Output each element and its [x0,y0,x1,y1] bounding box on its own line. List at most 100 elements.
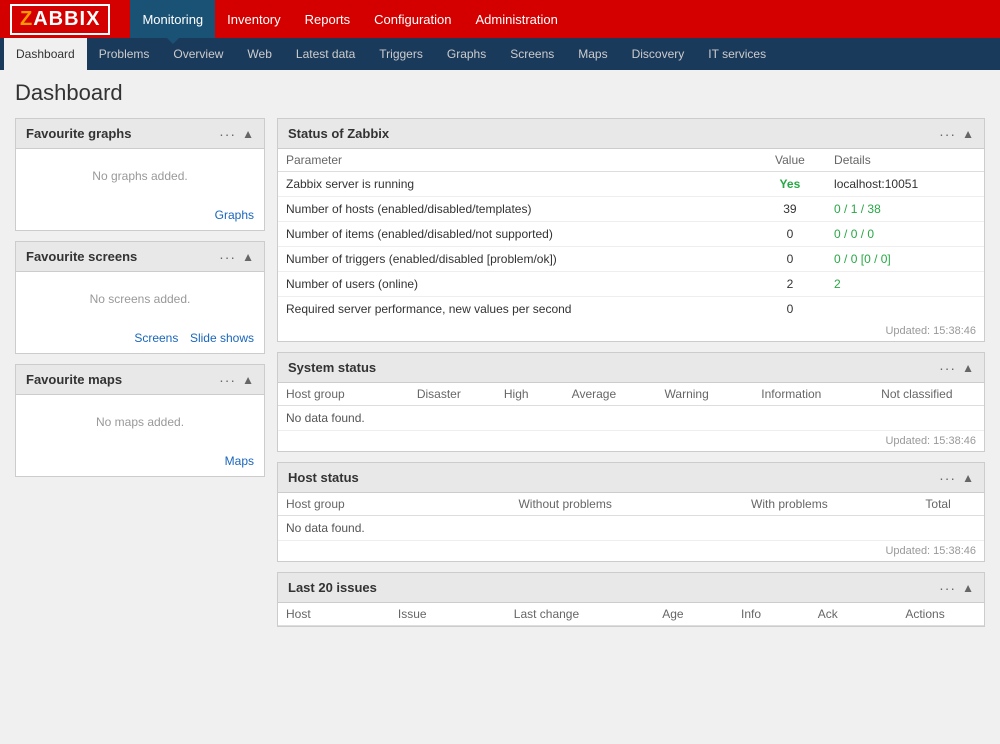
last20-collapse-icon[interactable]: ▲ [962,581,974,595]
host-status-col-0: Host group [278,493,444,516]
fav-graphs-empty: No graphs added. [26,157,254,195]
fav-screens-link: Screens Slide shows [16,326,264,353]
fav-graphs-widget: Favourite graphs ··· ▲ No graphs added. … [15,118,265,231]
last20-col-5: Ack [789,603,866,626]
value-cell: 0 [754,247,826,272]
status-zabbix-menu-icon[interactable]: ··· [939,126,956,142]
system-status-widget: System status ··· ▲ Host groupDisasterHi… [277,352,985,452]
host-status-menu-icon[interactable]: ··· [939,470,956,486]
system-status-col-4: Warning [640,383,733,406]
logo-rest: ABBIX [33,8,100,30]
nav-reports[interactable]: Reports [293,0,363,38]
table-row: Required server performance, new values … [278,297,984,322]
param-cell: Number of items (enabled/disabled/not su… [278,222,754,247]
page-title: Dashboard [15,80,985,106]
nav-web[interactable]: Web [235,38,283,70]
value-cell: 0 [754,297,826,322]
system-status-col-3: Average [547,383,640,406]
fav-graphs-body: No graphs added. [16,149,264,203]
maps-link[interactable]: Maps [225,454,254,468]
system-status-col-1: Disaster [393,383,485,406]
param-cell: Required server performance, new values … [278,297,754,322]
host-status-collapse-icon[interactable]: ▲ [962,471,974,485]
fav-maps-empty: No maps added. [26,403,254,441]
fav-graphs-title: Favourite graphs [26,126,131,141]
details-cell [826,297,984,322]
nav-problems[interactable]: Problems [87,38,162,70]
table-row: Number of hosts (enabled/disabled/templa… [278,197,984,222]
fav-screens-collapse-icon[interactable]: ▲ [242,250,254,264]
value-cell: 0 [754,222,826,247]
logo-z: Z [20,8,33,30]
right-column: Status of Zabbix ··· ▲ Parameter Value D… [277,118,985,627]
nav-discovery[interactable]: Discovery [620,38,697,70]
table-row: Number of items (enabled/disabled/not su… [278,222,984,247]
logo[interactable]: ZABBIX [10,4,110,35]
slide-shows-link[interactable]: Slide shows [190,331,254,345]
nav-monitoring[interactable]: Monitoring [130,0,215,38]
second-navigation: Dashboard Problems Overview Web Latest d… [0,38,1000,70]
last20-controls: ··· ▲ [939,580,974,596]
table-row: Number of users (online) 2 2 [278,272,984,297]
host-status-updated: Updated: 15:38:46 [278,541,984,561]
host-status-widget: Host status ··· ▲ Host groupWithout prob… [277,462,985,562]
host-status-col-3: Total [892,493,984,516]
fav-maps-body: No maps added. [16,395,264,449]
fav-maps-collapse-icon[interactable]: ▲ [242,373,254,387]
last20-menu-icon[interactable]: ··· [939,580,956,596]
fav-screens-menu-icon[interactable]: ··· [219,249,236,265]
fav-maps-menu-icon[interactable]: ··· [219,372,236,388]
system-status-body: Host groupDisasterHighAverageWarningInfo… [278,383,984,451]
last20-title: Last 20 issues [288,580,377,595]
last20-body: HostIssueLast changeAgeInfoAckActions [278,603,984,626]
details-cell: 2 [826,272,984,297]
nav-dashboard[interactable]: Dashboard [4,38,87,70]
param-cell: Number of hosts (enabled/disabled/templa… [278,197,754,222]
system-status-header: System status ··· ▲ [278,353,984,383]
table-row: Zabbix server is running Yes localhost:1… [278,172,984,197]
nav-triggers[interactable]: Triggers [367,38,435,70]
status-zabbix-header: Status of Zabbix ··· ▲ [278,119,984,149]
status-zabbix-controls: ··· ▲ [939,126,974,142]
nav-graphs[interactable]: Graphs [435,38,498,70]
status-zabbix-collapse-icon[interactable]: ▲ [962,127,974,141]
col-parameter: Parameter [278,149,754,172]
system-status-menu-icon[interactable]: ··· [939,360,956,376]
status-table: Parameter Value Details Zabbix server is… [278,149,984,321]
system-status-col-5: Information [733,383,850,406]
last20-col-2: Last change [460,603,633,626]
fav-graphs-collapse-icon[interactable]: ▲ [242,127,254,141]
fav-maps-widget: Favourite maps ··· ▲ No maps added. Maps [15,364,265,477]
screens-link[interactable]: Screens [134,331,178,345]
nav-screens[interactable]: Screens [498,38,566,70]
value-cell: Yes [754,172,826,197]
fav-screens-title: Favourite screens [26,249,137,264]
details-cell: 0 / 0 [0 / 0] [826,247,984,272]
nav-maps[interactable]: Maps [566,38,619,70]
nav-inventory[interactable]: Inventory [215,0,292,38]
last20-table: HostIssueLast changeAgeInfoAckActions [278,603,984,626]
nav-latest-data[interactable]: Latest data [284,38,367,70]
value-cell: 2 [754,272,826,297]
fav-screens-empty: No screens added. [26,280,254,318]
system-status-collapse-icon[interactable]: ▲ [962,361,974,375]
host-status-header: Host status ··· ▲ [278,463,984,493]
nav-configuration[interactable]: Configuration [362,0,463,38]
last20-col-6: Actions [866,603,984,626]
param-cell: Number of triggers (enabled/disabled [pr… [278,247,754,272]
host-status-table: Host groupWithout problemsWith problemsT… [278,493,984,541]
nav-it-services[interactable]: IT services [696,38,778,70]
system-status-col-2: High [485,383,548,406]
host-status-controls: ··· ▲ [939,470,974,486]
status-zabbix-widget: Status of Zabbix ··· ▲ Parameter Value D… [277,118,985,342]
fav-screens-widget: Favourite screens ··· ▲ No screens added… [15,241,265,354]
value-cell: 39 [754,197,826,222]
graphs-link[interactable]: Graphs [215,208,254,222]
table-row: Number of triggers (enabled/disabled [pr… [278,247,984,272]
status-zabbix-updated: Updated: 15:38:46 [278,321,984,341]
fav-maps-link: Maps [16,449,264,476]
top-navigation: ZABBIX Monitoring Inventory Reports Conf… [0,0,1000,38]
left-column: Favourite graphs ··· ▲ No graphs added. … [15,118,265,477]
fav-graphs-menu-icon[interactable]: ··· [219,126,236,142]
nav-administration[interactable]: Administration [464,0,570,38]
